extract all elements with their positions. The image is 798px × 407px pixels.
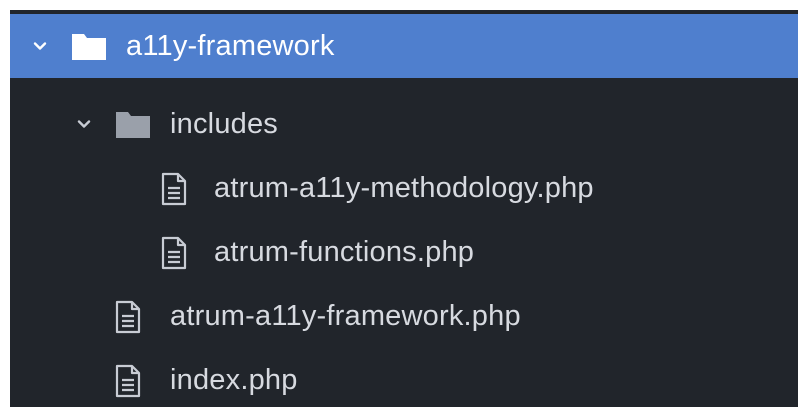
tree-item-label: index.php (170, 364, 298, 396)
file-text-icon (114, 284, 144, 348)
tree-item-atrum-a11y-framework-php[interactable]: atrum-a11y-framework.php (10, 284, 798, 348)
file-text-icon (160, 156, 190, 220)
tree-item-label: includes (170, 108, 278, 140)
tree-item-label: atrum-a11y-methodology.php (214, 172, 594, 204)
folder-icon (114, 92, 154, 156)
tree-item-includes[interactable]: includes (10, 92, 798, 156)
tree-item-label: a11y-framework (126, 30, 335, 62)
file-text-icon (160, 220, 190, 284)
folder-open-icon (70, 14, 110, 78)
tree-item-atrum-functions-php[interactable]: atrum-functions.php (10, 220, 798, 284)
tree-item-label: atrum-a11y-framework.php (170, 300, 521, 332)
chevron-down-icon[interactable] (76, 92, 96, 156)
tree-item-label: atrum-functions.php (214, 236, 475, 268)
tree-item-a11y-framework[interactable]: a11y-framework (10, 14, 798, 78)
tree-item-atrum-a11y-methodology-php[interactable]: atrum-a11y-methodology.php (10, 156, 798, 220)
file-tree: a11y-framework includes atrum-a11y-metho… (10, 10, 798, 407)
chevron-down-icon[interactable] (32, 14, 52, 78)
file-text-icon (114, 348, 144, 407)
window-frame: a11y-framework includes atrum-a11y-metho… (0, 0, 798, 407)
tree-item-index-php[interactable]: index.php (10, 348, 798, 407)
